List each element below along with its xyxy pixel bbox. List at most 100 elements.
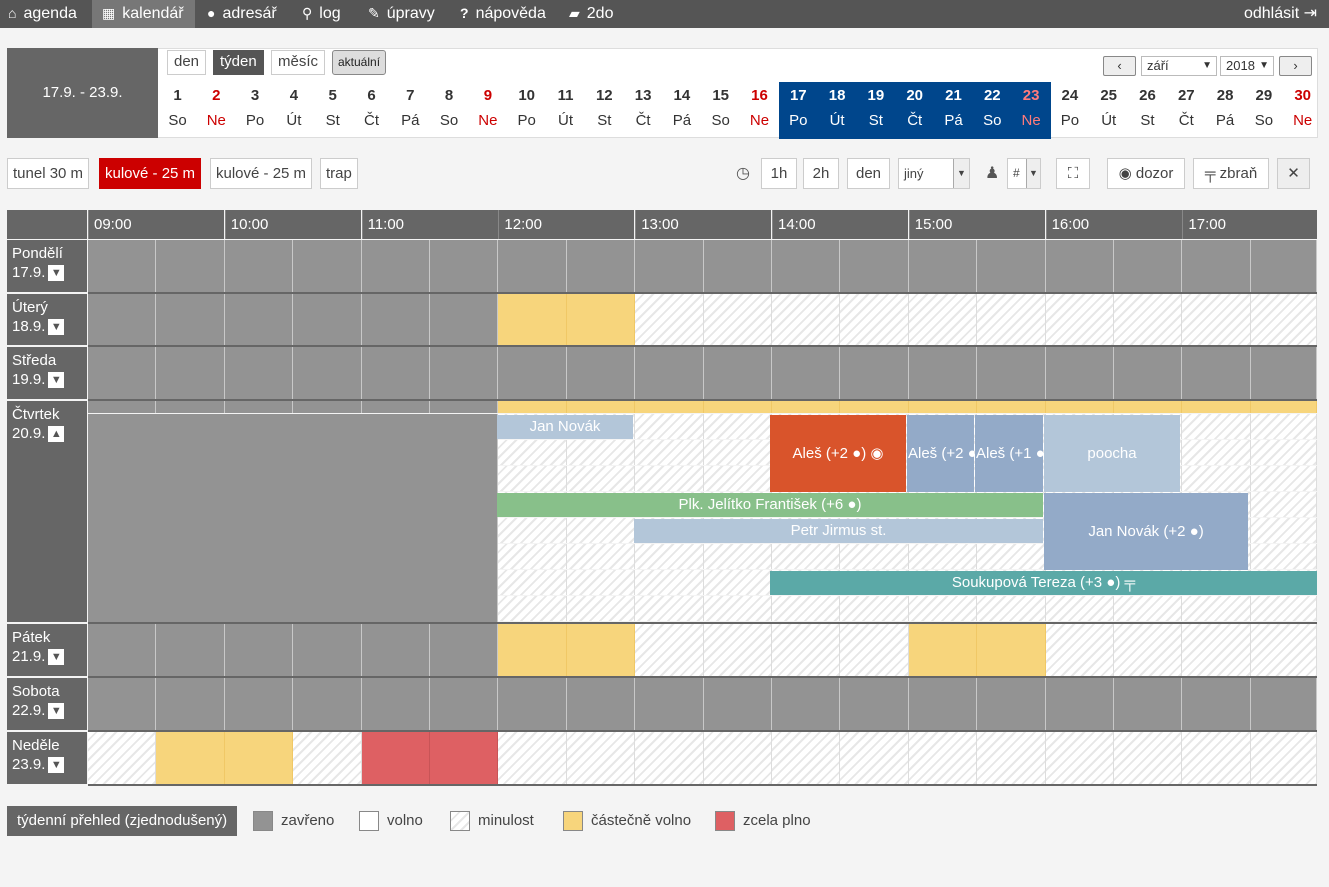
time-slot[interactable] [772,544,841,569]
chevron-down-icon[interactable]: ▼ [48,319,65,336]
time-slot[interactable] [498,518,567,543]
time-slot[interactable] [566,596,636,621]
time-slot[interactable] [703,294,772,345]
time-slot[interactable] [566,544,636,569]
day-strip-item[interactable]: 27 Čt [1167,82,1206,139]
time-slot[interactable] [703,401,772,413]
time-slot[interactable] [1045,294,1114,345]
time-slot[interactable] [977,294,1046,345]
event-block[interactable]: Soukupová Tereza (+3 ●) ╤ [770,571,1317,595]
day-strip-item[interactable]: 8 So [430,82,469,139]
day-strip-item[interactable]: 18 Út [817,82,857,139]
time-slot[interactable] [635,414,704,439]
time-slot[interactable] [1182,624,1251,676]
day-strip-item[interactable]: 28 Pá [1206,82,1245,139]
slot-other-select[interactable]: jiný ▼ [898,158,970,189]
time-slot[interactable] [1182,401,1251,413]
time-slot[interactable] [1182,414,1251,439]
day-strip-item[interactable]: 30 Ne [1283,82,1322,139]
time-slot[interactable] [908,596,978,621]
event-block[interactable]: poocha [1044,415,1180,492]
day-strip-item[interactable]: 22 So [972,82,1012,139]
time-slot[interactable] [498,440,567,465]
time-slot[interactable] [635,466,704,491]
chevron-down-icon[interactable]: ▼ [48,757,65,774]
time-slot[interactable] [1114,294,1183,345]
time-slot[interactable] [1114,401,1183,413]
event-block[interactable]: Plk. Jelítko František (+6 ●) [497,493,1043,517]
time-slot[interactable] [772,624,841,676]
time-slot[interactable] [772,401,841,413]
event-block[interactable]: Aleš (+2 ● [907,415,974,492]
time-slot[interactable] [88,732,157,784]
view-week-button[interactable]: týden [213,50,264,75]
nav-adresar[interactable]: ● adresář [207,0,277,28]
close-button[interactable]: ✕ [1277,158,1310,189]
event-block[interactable]: Petr Jirmus st. [634,519,1043,543]
time-slot[interactable] [1250,294,1317,345]
time-slot[interactable] [908,294,978,345]
chevron-up-icon[interactable]: ▲ [48,426,65,443]
prev-month-button[interactable]: ‹ [1103,56,1136,76]
time-slot[interactable] [566,518,636,543]
time-slot[interactable] [498,732,567,784]
time-slot[interactable] [635,294,704,345]
time-slot[interactable] [1045,401,1114,413]
nav-2do[interactable]: ▰ 2do [569,0,613,28]
chevron-down-icon[interactable]: ▼ [48,372,65,389]
day-strip-item[interactable]: 4 Út [274,82,313,139]
day-strip-item[interactable]: 12 St [585,82,624,139]
day-strip-item[interactable]: 10 Po [507,82,546,139]
time-slot[interactable] [1182,732,1251,784]
time-slot[interactable] [908,732,978,784]
range-tunel-button[interactable]: tunel 30 m [7,158,90,189]
day-strip-item[interactable]: 2 Ne [197,82,236,139]
chevron-down-icon[interactable]: ▼ [48,649,65,666]
day-strip-item[interactable]: 6 Čt [352,82,391,139]
time-slot[interactable] [1114,624,1183,676]
time-slot[interactable] [840,401,909,413]
day-strip-item[interactable]: 5 St [313,82,352,139]
view-month-button[interactable]: měsíc [271,50,326,75]
time-slot[interactable] [566,440,636,465]
time-slot[interactable] [840,544,909,569]
day-strip-item[interactable]: 20 Čt [895,82,935,139]
day-strip-item[interactable]: 11 Út [546,82,585,139]
chevron-down-icon[interactable]: ▼ [48,703,65,720]
time-slot[interactable] [703,732,772,784]
current-button[interactable]: aktuální [332,50,387,75]
time-slot[interactable] [703,440,772,465]
time-slot[interactable] [1250,544,1317,569]
time-slot[interactable] [635,732,704,784]
time-slot[interactable] [977,401,1046,413]
time-slot[interactable] [498,570,567,595]
person-count-select[interactable]: # ▼ [1007,158,1041,189]
time-slot[interactable] [977,624,1046,676]
time-slot[interactable] [1182,466,1251,491]
time-slot[interactable] [1045,732,1114,784]
day-strip-item[interactable]: 21 Pá [934,82,973,139]
nav-kalendar[interactable]: ▦ kalendář [92,0,195,28]
time-slot[interactable] [293,732,362,784]
time-slot[interactable] [908,401,978,413]
time-slot[interactable] [840,732,909,784]
time-slot[interactable] [1250,624,1317,676]
weapon-button[interactable]: ╤ zbraň [1193,158,1269,189]
day-strip-item[interactable]: 15 So [701,82,740,139]
time-slot[interactable] [772,596,841,621]
time-slot[interactable] [1250,401,1317,413]
time-slot[interactable] [1250,440,1317,465]
day-strip-item[interactable]: 14 Pá [662,82,701,139]
time-slot[interactable] [703,544,772,569]
day-strip-item[interactable]: 7 Pá [391,82,430,139]
day-strip-item[interactable]: 17 Po [778,82,818,139]
time-slot[interactable] [635,401,704,413]
day-strip-item[interactable]: 9 Ne [468,82,507,139]
chevron-down-icon[interactable]: ▼ [48,265,65,282]
event-block[interactable]: Aleš (+1 ● [975,415,1043,492]
year-select[interactable]: 2018 ▼ [1220,56,1274,76]
event-block[interactable]: Aleš (+2 ●) ◉ [770,415,906,492]
time-slot[interactable] [908,544,978,569]
range-trap-button[interactable]: trap [320,158,358,189]
time-slot[interactable] [156,732,225,784]
